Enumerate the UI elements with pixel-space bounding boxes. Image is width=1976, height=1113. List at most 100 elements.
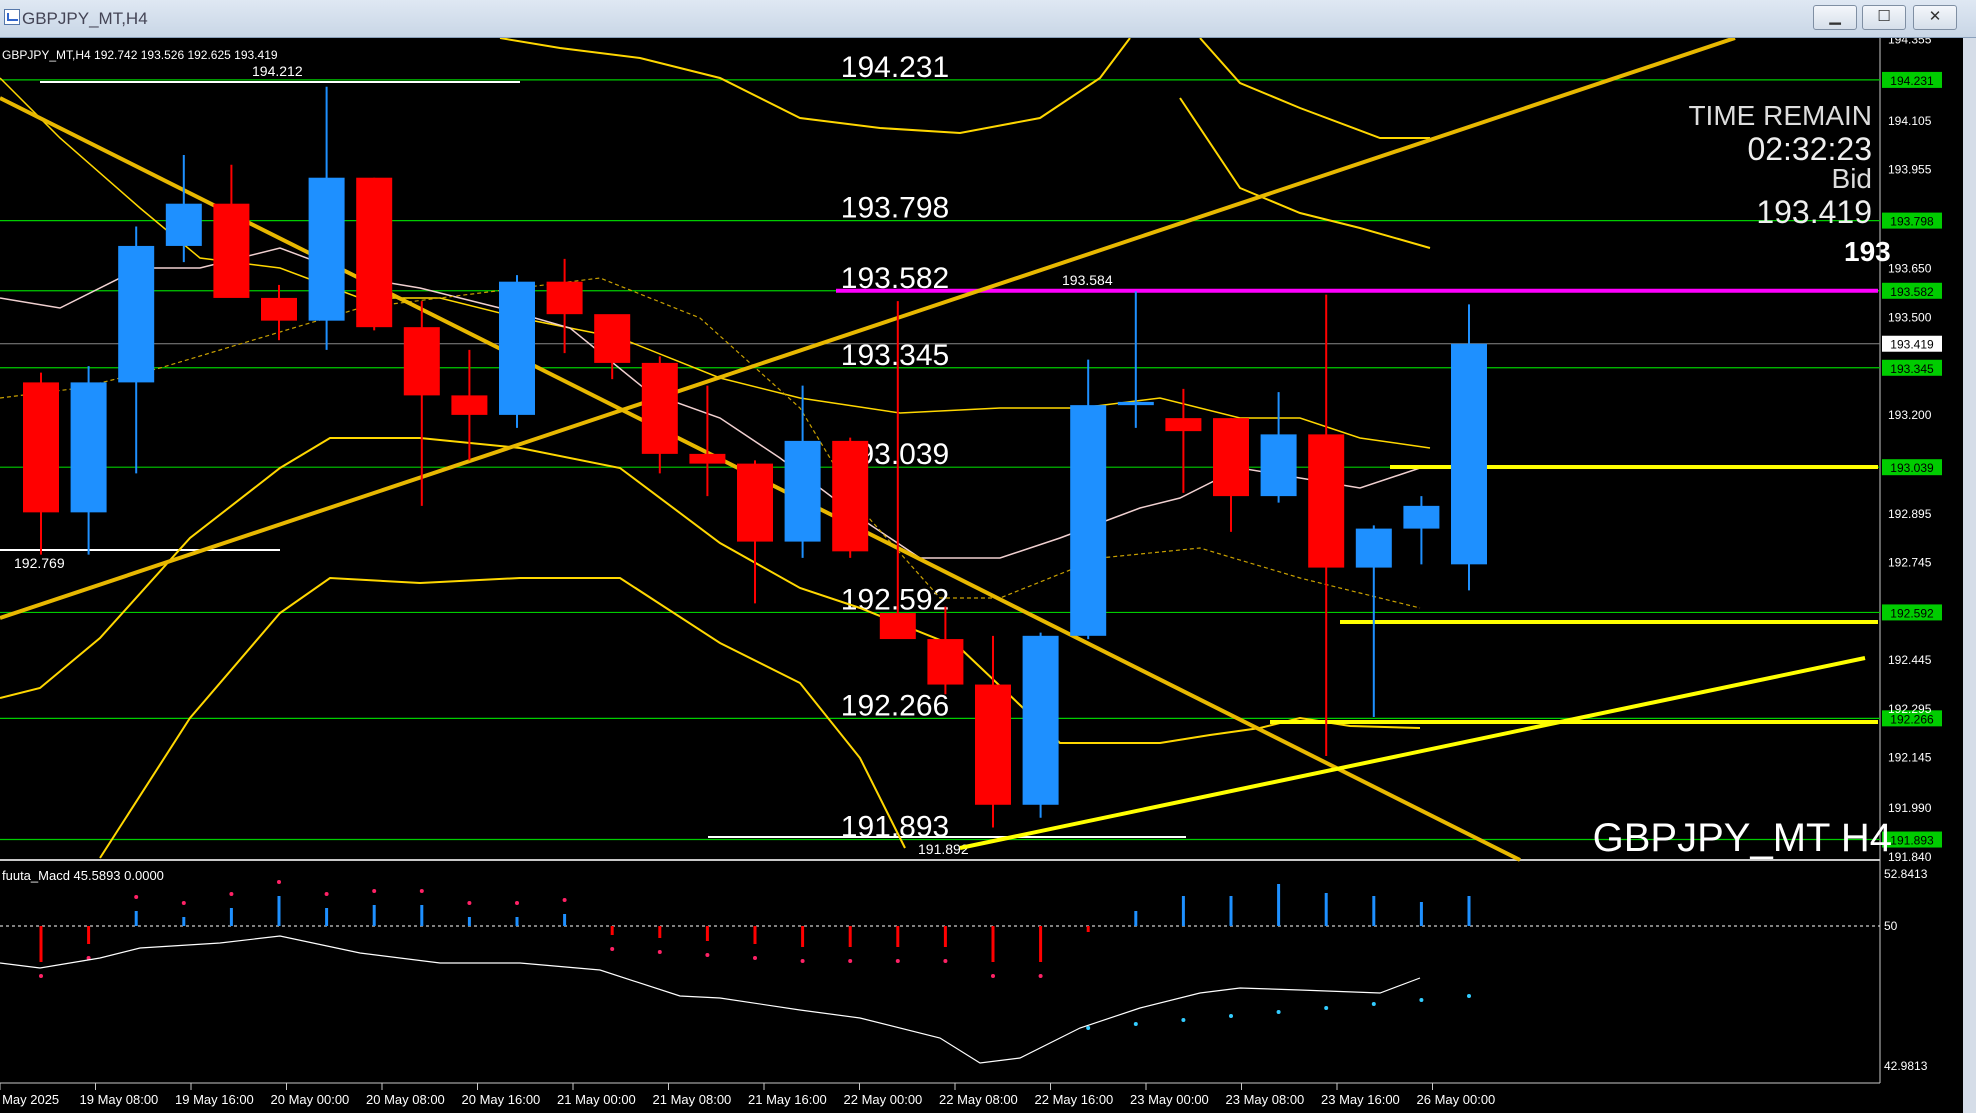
candle-body[interactable] bbox=[23, 382, 59, 513]
indicator-dot bbox=[515, 901, 519, 905]
symbol-watermark: GBPJPY_MT H4 bbox=[1592, 816, 1892, 860]
indicator-dot bbox=[562, 898, 567, 902]
candle-body[interactable] bbox=[499, 281, 535, 415]
candle-body[interactable] bbox=[1165, 418, 1202, 432]
indicator-signal-line bbox=[0, 935, 1421, 1064]
candle-body[interactable] bbox=[1022, 635, 1059, 805]
price-tick-label: 194.355 bbox=[1888, 38, 1932, 47]
indicator-dot bbox=[1181, 1018, 1186, 1022]
candle-body[interactable] bbox=[927, 639, 964, 685]
level-tag-label: 193.039 bbox=[1890, 461, 1934, 475]
level-tag-label: 193.582 bbox=[1890, 285, 1934, 299]
candle-body[interactable] bbox=[641, 362, 678, 454]
indicator-dot bbox=[229, 892, 234, 896]
level-label: 192.592 bbox=[841, 583, 949, 616]
dotted-ma-line bbox=[0, 277, 1421, 609]
candle-body[interactable] bbox=[165, 203, 202, 246]
candle-body[interactable] bbox=[689, 453, 726, 464]
time-axis-label: 22 May 16:00 bbox=[1035, 1092, 1114, 1107]
level-label: 194.231 bbox=[841, 51, 949, 84]
magenta-label: 193.584 bbox=[1062, 272, 1113, 288]
indicator-dot bbox=[1324, 1006, 1329, 1010]
indicator-dot bbox=[419, 889, 424, 893]
candle-body[interactable] bbox=[118, 245, 155, 383]
minimize-button[interactable]: ▁ bbox=[1813, 5, 1857, 30]
time-axis-label: 21 May 00:00 bbox=[557, 1092, 636, 1107]
symbol-info: GBPJPY_MT,H4 192.742 193.526 192.625 193… bbox=[2, 48, 278, 62]
indicator-dot bbox=[991, 974, 995, 978]
time-axis-label: 23 May 16:00 bbox=[1321, 1092, 1400, 1107]
level-tag-label: 193.345 bbox=[1890, 362, 1934, 376]
candle-body[interactable] bbox=[1451, 343, 1487, 565]
candle-body[interactable] bbox=[546, 281, 583, 315]
bid-label: Bid bbox=[1831, 163, 1872, 194]
upper-band-line bbox=[499, 38, 1131, 135]
time-axis-label: 22 May 08:00 bbox=[939, 1092, 1018, 1107]
candle-body[interactable] bbox=[879, 613, 916, 640]
candle-body[interactable] bbox=[70, 382, 107, 513]
candle-body[interactable] bbox=[308, 177, 345, 321]
candle-body[interactable] bbox=[261, 297, 297, 321]
upper-band-line-inner bbox=[1179, 97, 1431, 249]
big-price: 193 bbox=[1844, 236, 1891, 267]
indicator-dot bbox=[1467, 994, 1471, 998]
price-tick-label: 191.990 bbox=[1888, 801, 1932, 815]
close-button[interactable]: ✕ bbox=[1913, 5, 1957, 30]
candle-body[interactable] bbox=[832, 440, 869, 552]
candle-body[interactable] bbox=[737, 463, 773, 542]
candle-body[interactable] bbox=[1117, 401, 1154, 406]
level-tag-label: 194.231 bbox=[1890, 74, 1934, 88]
indicator-dot bbox=[1038, 974, 1043, 978]
candle-body[interactable] bbox=[1403, 505, 1440, 529]
candle-body[interactable] bbox=[975, 684, 1011, 805]
candle-body[interactable] bbox=[1260, 434, 1297, 497]
candle-body[interactable] bbox=[784, 440, 821, 542]
candle-body[interactable] bbox=[356, 177, 393, 328]
price-tick-label: 191.840 bbox=[1888, 850, 1932, 864]
level-label: 193.798 bbox=[841, 192, 949, 225]
current-price-tag-label: 193.419 bbox=[1890, 338, 1934, 352]
time-axis-label: 23 May 08:00 bbox=[1226, 1092, 1305, 1107]
indicator-dot bbox=[848, 959, 853, 963]
price-chart[interactable]: 194.231 194.231 193.798 193.798 193.582 193.5… bbox=[0, 38, 1963, 1113]
bid-value: 193.419 bbox=[1756, 194, 1872, 230]
candle-body[interactable] bbox=[1308, 434, 1345, 568]
high-label: 194.212 bbox=[252, 63, 303, 79]
time-axis-label: 26 May 00:00 bbox=[1417, 1092, 1496, 1107]
price-tick-label: 192.145 bbox=[1888, 751, 1932, 765]
fast-ma-line bbox=[0, 247, 1421, 559]
candle-body[interactable] bbox=[213, 203, 250, 298]
candle-body[interactable] bbox=[451, 395, 488, 415]
price-tick-label: 192.445 bbox=[1888, 653, 1932, 667]
indicator-dot bbox=[324, 892, 329, 896]
candle-body[interactable] bbox=[1355, 528, 1392, 568]
price-tick-label: 194.105 bbox=[1888, 114, 1932, 128]
time-axis-label: 23 May 00:00 bbox=[1130, 1092, 1209, 1107]
maximize-button[interactable]: ☐ bbox=[1862, 5, 1906, 30]
candle-body[interactable] bbox=[594, 314, 631, 363]
time-axis-label: 20 May 16:00 bbox=[462, 1092, 541, 1107]
indicator-dot bbox=[610, 947, 615, 951]
time-axis-label: 22 May 00:00 bbox=[844, 1092, 923, 1107]
time-remain-label: TIME REMAIN bbox=[1688, 100, 1872, 131]
indicator-dot bbox=[181, 901, 186, 905]
candle-body[interactable] bbox=[1070, 405, 1107, 636]
price-tick-label: 193.955 bbox=[1888, 163, 1932, 177]
indicator-dot bbox=[1229, 1014, 1233, 1018]
left-label: 192.769 bbox=[14, 555, 65, 571]
candle-body[interactable] bbox=[403, 327, 440, 396]
chart-area[interactable]: 194.231 194.231 193.798 193.798 193.582 193.5… bbox=[0, 38, 1976, 1113]
candle-body[interactable] bbox=[1213, 418, 1249, 497]
indicator-axis-label: 52.8413 bbox=[1884, 867, 1928, 881]
price-tick-label: 192.295 bbox=[1888, 702, 1932, 716]
indicator-dot bbox=[895, 959, 900, 963]
indicator-dot bbox=[1371, 1002, 1376, 1006]
indicator-axis-label: 42.9813 bbox=[1884, 1059, 1928, 1073]
time-axis-label: 19 May 2025 bbox=[0, 1092, 59, 1107]
indicator-dot bbox=[467, 901, 472, 905]
indicator-dot bbox=[1086, 1026, 1091, 1030]
level-tag-label: 192.592 bbox=[1890, 606, 1934, 620]
price-tick-label: 192.745 bbox=[1888, 556, 1932, 570]
indicator-dot bbox=[1133, 1022, 1138, 1026]
indicator-dot bbox=[800, 959, 805, 963]
